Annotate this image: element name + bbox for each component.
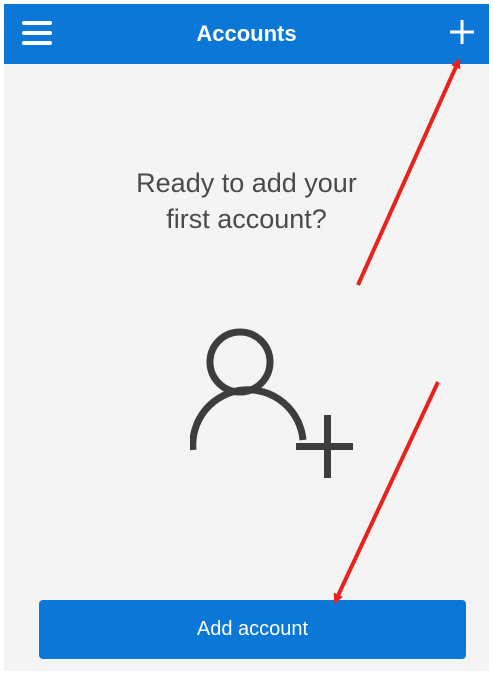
empty-state-line-1: Ready to add your (136, 168, 357, 198)
menu-line (22, 31, 52, 35)
add-person-icon (189, 322, 360, 492)
page-title: Accounts (196, 21, 297, 46)
menu-line (22, 41, 52, 45)
screenshot-frame: Accounts Ready to add your first account… (0, 0, 493, 675)
plus-icon (450, 20, 474, 44)
empty-state-message: Ready to add your first account? (64, 165, 429, 237)
add-account-button[interactable]: Add account (39, 600, 466, 659)
menu-button[interactable] (22, 21, 52, 45)
app-screen: Accounts Ready to add your first account… (4, 4, 489, 671)
empty-state-line-2: first account? (166, 204, 327, 234)
add-account-plus-button[interactable] (449, 19, 475, 45)
menu-line (22, 21, 52, 25)
top-bar: Accounts (4, 4, 489, 64)
